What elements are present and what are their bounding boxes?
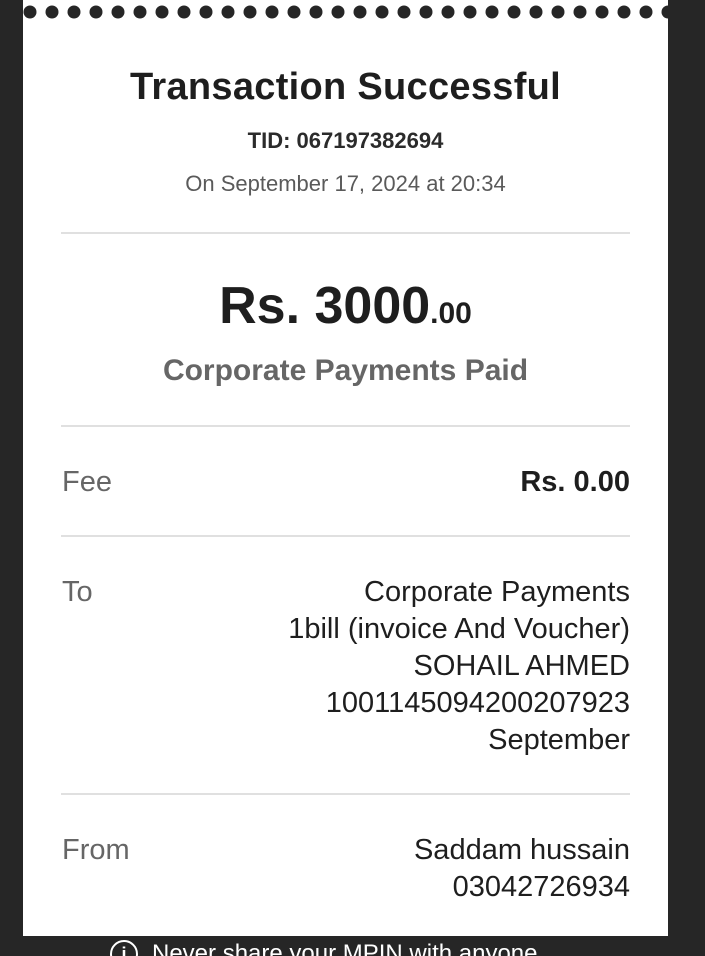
info-icon: i (110, 940, 138, 956)
fee-value: Rs. 0.00 (520, 466, 630, 498)
security-notice: i Never share your MPIN with anyone (0, 938, 705, 956)
transaction-datetime: On September 17, 2024 at 20:34 (185, 171, 506, 196)
to-line: Corporate Payments (364, 576, 630, 608)
to-line: 1001145094200207923 (325, 687, 630, 719)
transaction-id: TID: 067197382694 (247, 128, 444, 153)
screen: Transaction Successful TID: 067197382694… (0, 0, 705, 956)
from-line: Saddam hussain (413, 834, 630, 866)
to-line: SOHAIL AHMED (413, 650, 630, 682)
from-label: From (62, 834, 130, 866)
payment-status: Corporate Payments Paid (162, 354, 529, 387)
divider (61, 793, 630, 795)
to-line: September (488, 724, 630, 756)
from-details: Saddam hussain 03042726934 (414, 832, 630, 906)
divider (61, 232, 630, 234)
divider (61, 425, 630, 427)
to-line: 1bill (invoice And Voucher) (288, 613, 630, 645)
divider (61, 535, 630, 537)
amount-main: Rs. 3000 (219, 277, 431, 335)
amount: Rs. 3000.00 (23, 276, 668, 336)
amount-cents: .00 (430, 297, 472, 330)
security-notice-text: Never share your MPIN with anyone (152, 940, 538, 956)
fee-label: Fee (62, 466, 112, 498)
to-details: Corporate Payments 1bill (invoice And Vo… (288, 574, 630, 759)
receipt-card: Transaction Successful TID: 067197382694… (23, 0, 668, 936)
transaction-title: Transaction Successful (129, 66, 562, 108)
to-label: To (62, 576, 93, 608)
receipt-scallop-edge (23, 5, 668, 19)
from-line: 03042726934 (452, 871, 630, 903)
